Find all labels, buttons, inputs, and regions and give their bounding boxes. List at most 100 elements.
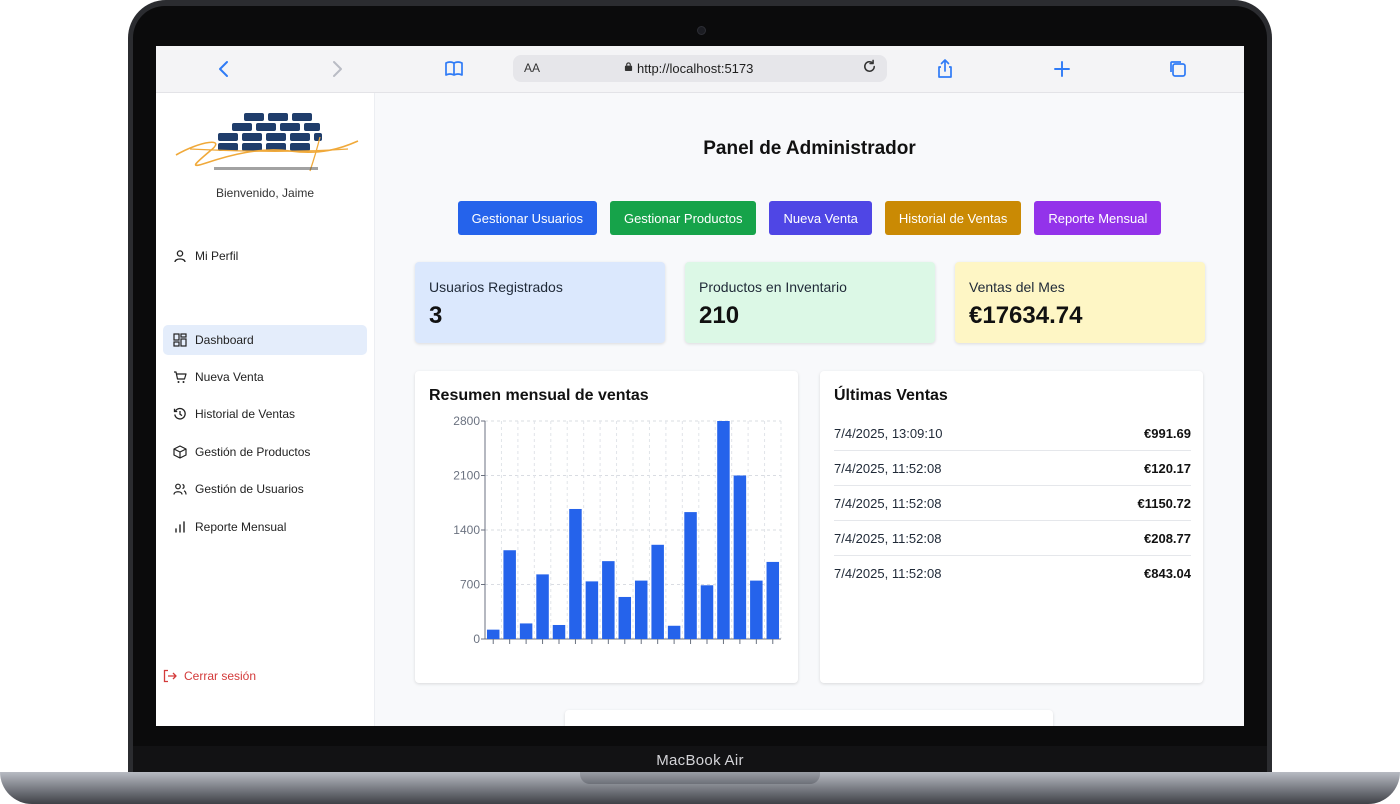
sidebar-item-mi-perfil[interactable]: Mi Perfil (163, 241, 367, 271)
sidebar: Bienvenido, Jaime Mi Perfil Dashboard Nu… (156, 93, 375, 726)
action-buttons: Gestionar Usuarios Gestionar Productos N… (375, 201, 1244, 235)
sidebar-item-label: Mi Perfil (195, 249, 239, 263)
y-tick-label: 2800 (453, 414, 480, 428)
screen: AA http://localhost:5173 Bienvenido, Jai… (156, 46, 1244, 726)
historial-ventas-button[interactable]: Historial de Ventas (884, 201, 1022, 235)
y-tick-label: 0 (473, 632, 480, 646)
sale-row: 7/4/2025, 13:09:10 €991.69 (834, 416, 1191, 451)
stat-card-ventas: Ventas del Mes €17634.74 (955, 262, 1205, 343)
sidebar-item-nueva-venta[interactable]: Nueva Venta (163, 362, 367, 392)
sale-date: 7/4/2025, 11:52:08 (834, 496, 942, 511)
forward-icon[interactable] (326, 58, 348, 80)
stat-value: 210 (699, 302, 740, 329)
bar-chart-icon (175, 521, 185, 533)
sidebar-item-label: Historial de Ventas (195, 407, 296, 421)
sale-amount: €1150.72 (1137, 496, 1191, 511)
history-icon (173, 407, 186, 420)
chart-bar (602, 561, 615, 639)
lock-icon (624, 62, 633, 71)
back-icon[interactable] (213, 58, 235, 80)
chart-bar (519, 623, 533, 639)
sales-bar-chart: 0 700 1400 2100 2800 (453, 414, 782, 646)
chart-bar (766, 561, 780, 639)
stat-card-productos: Productos en Inventario 210 (685, 262, 935, 343)
address-bar[interactable]: AA http://localhost:5173 (513, 55, 887, 82)
stat-card-usuarios: Usuarios Registrados 3 (415, 262, 665, 343)
sidebar-item-dashboard[interactable]: Dashboard (163, 325, 367, 355)
chart-bar (486, 629, 500, 639)
browser-toolbar: AA http://localhost:5173 (156, 46, 1244, 93)
stat-label: Productos en Inventario (699, 279, 847, 295)
sale-date: 7/4/2025, 11:52:08 (834, 531, 942, 546)
sale-amount: €843.04 (1144, 566, 1191, 581)
sale-amount: €120.17 (1144, 461, 1191, 476)
user-icon (174, 250, 186, 263)
chart-card: Resumen mensual de ventas 0 700 1400 2100 28… (415, 371, 798, 683)
gestionar-productos-button[interactable]: Gestionar Productos (609, 201, 757, 235)
camera-icon (697, 26, 706, 35)
sale-date: 7/4/2025, 11:52:08 (834, 566, 942, 581)
dashboard-icon (173, 333, 187, 347)
reporte-mensual-button[interactable]: Reporte Mensual (1034, 201, 1162, 235)
sidebar-item-label: Dashboard (195, 333, 254, 347)
sale-amount: €991.69 (1144, 426, 1191, 441)
sale-row: 7/4/2025, 11:52:08 €120.17 (834, 451, 1191, 486)
chart-bar (717, 421, 730, 639)
cart-icon (174, 371, 187, 383)
new-tab-icon[interactable] (1051, 58, 1073, 80)
chart-bar (634, 580, 648, 639)
bookmarks-icon[interactable] (443, 58, 465, 80)
sale-amount: €208.77 (1144, 531, 1191, 546)
chart-bar (585, 581, 599, 639)
users-icon (173, 483, 187, 495)
chart-bar (733, 475, 747, 639)
sidebar-item-label: Gestión de Usuarios (195, 482, 304, 496)
sale-row: 7/4/2025, 11:52:08 €843.04 (834, 556, 1191, 590)
welcome-text: Bienvenido, Jaime (215, 186, 315, 200)
reader-aa-button[interactable]: AA (524, 61, 540, 75)
tabs-overview-icon[interactable] (1167, 58, 1189, 80)
chart-bar (618, 596, 632, 639)
nueva-venta-button[interactable]: Nueva Venta (769, 201, 872, 235)
stat-label: Ventas del Mes (969, 279, 1065, 295)
sidebar-item-reporte[interactable]: Reporte Mensual (163, 512, 367, 542)
logout-label: Cerrar sesión (184, 669, 257, 683)
y-tick-label: 1400 (453, 523, 480, 537)
reload-icon[interactable] (861, 58, 878, 80)
logout-icon (163, 669, 177, 683)
package-icon (173, 445, 187, 459)
sidebar-item-label: Nueva Venta (195, 370, 264, 384)
sale-date: 7/4/2025, 11:52:08 (834, 461, 942, 476)
sidebar-item-label: Reporte Mensual (195, 520, 287, 534)
sales-card: Últimas Ventas 7/4/2025, 13:09:10 €991.6… (820, 371, 1203, 683)
y-tick-label: 700 (460, 578, 480, 592)
sales-title: Últimas Ventas (834, 387, 948, 404)
sidebar-item-historial[interactable]: Historial de Ventas (163, 399, 367, 429)
chart-bar (667, 625, 681, 639)
main-content: Panel de Administrador Gestionar Usuario… (375, 93, 1244, 726)
sale-date: 7/4/2025, 13:09:10 (834, 426, 943, 441)
page-title: Panel de Administrador (703, 138, 916, 159)
sale-row: 7/4/2025, 11:52:08 €1150.72 (834, 486, 1191, 521)
sidebar-item-label: Gestión de Productos (195, 445, 311, 459)
sidebar-item-usuarios[interactable]: Gestión de Usuarios (163, 474, 367, 504)
bottom-card (565, 710, 1053, 726)
chart-bar (700, 585, 714, 639)
gestionar-usuarios-button[interactable]: Gestionar Usuarios (457, 201, 597, 235)
chart-bar (552, 624, 566, 639)
y-tick-label: 2100 (453, 469, 480, 483)
stock-it-logo (175, 113, 359, 172)
chart-bar (750, 580, 763, 639)
share-icon[interactable] (934, 58, 956, 80)
stat-value: €17634.74 (969, 302, 1083, 329)
stat-label: Usuarios Registrados (429, 279, 563, 295)
sale-row: 7/4/2025, 11:52:08 €208.77 (834, 521, 1191, 556)
sidebar-item-productos[interactable]: Gestión de Productos (163, 437, 367, 467)
laptop-notch (580, 772, 820, 784)
stat-value: 3 (429, 302, 443, 329)
url-text: http://localhost:5173 (637, 61, 754, 76)
chart-bar (503, 550, 516, 639)
chart-bar (651, 544, 664, 639)
chart-bar (536, 574, 549, 639)
logout-button[interactable]: Cerrar sesión (163, 669, 256, 683)
